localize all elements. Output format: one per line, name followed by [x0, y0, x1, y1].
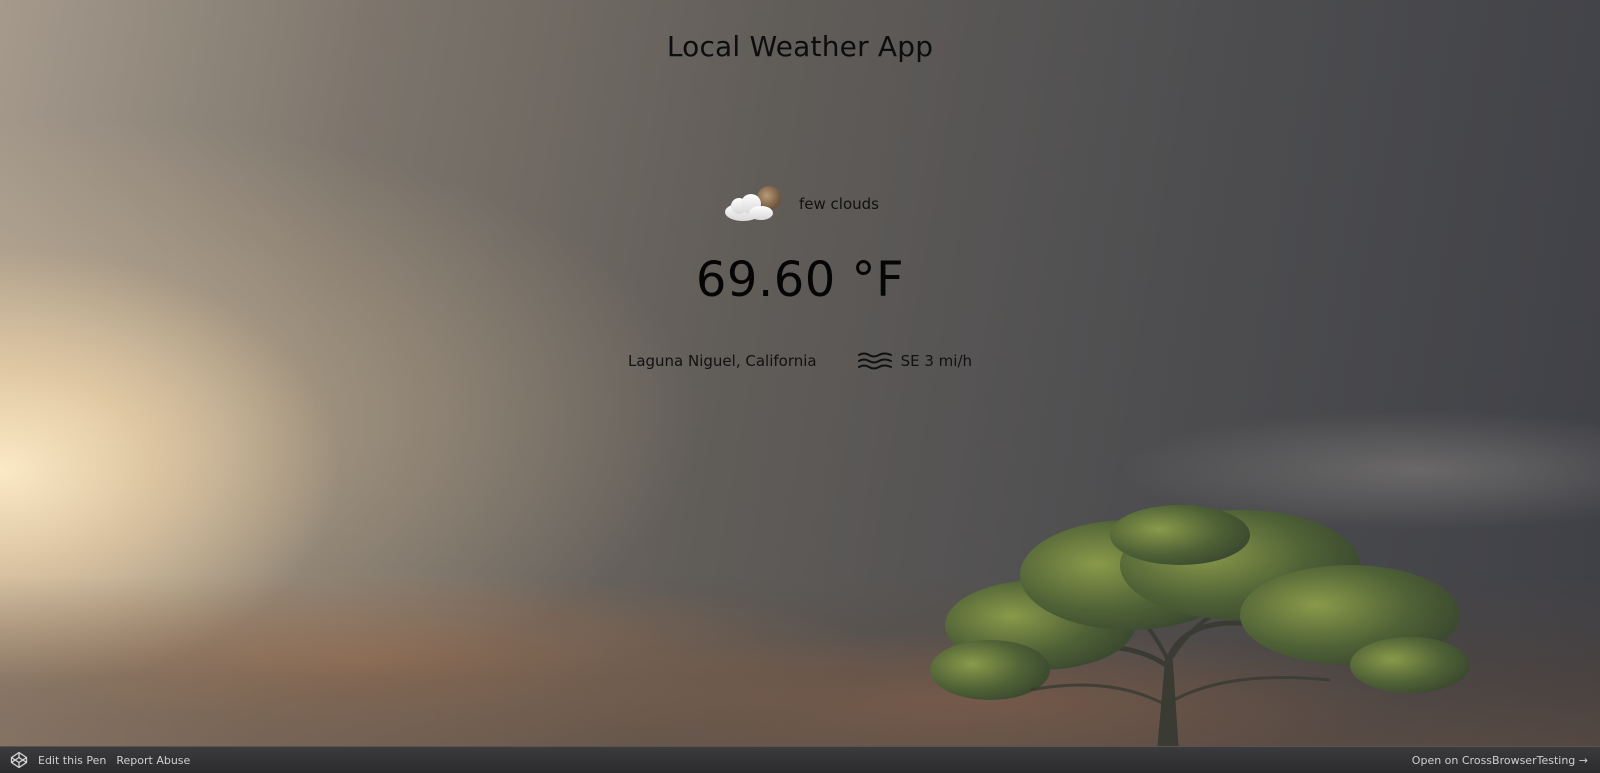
report-abuse-link[interactable]: Report Abuse	[116, 754, 190, 767]
location-text: Laguna Niguel, California	[627, 352, 817, 370]
app-title: Local Weather App	[666, 30, 934, 63]
condition-row: few clouds	[0, 184, 1600, 224]
footer-left-group: Edit this Pen Report Abuse	[0, 751, 190, 769]
footer-right-group: Open on CrossBrowserTesting →	[1412, 754, 1600, 767]
weather-panel: Local Weather App few clouds 69.60 °F La…	[0, 0, 1600, 746]
wind-info: SE 3 mi/h	[857, 350, 972, 372]
details-row: Laguna Niguel, California SE 3 mi/h	[0, 350, 1600, 372]
wind-text: SE 3 mi/h	[900, 352, 973, 370]
wind-waves-icon	[857, 352, 892, 370]
partly-cloudy-night-icon	[725, 186, 781, 221]
temperature-display: 69.60 °F	[695, 252, 905, 308]
page: Local Weather App few clouds 69.60 °F La…	[0, 0, 1600, 773]
open-crossbrowsertesting-link[interactable]: Open on CrossBrowserTesting →	[1412, 754, 1588, 767]
edit-pen-link[interactable]: Edit this Pen	[38, 754, 106, 767]
codepen-logo-icon[interactable]	[10, 751, 28, 769]
condition-text: few clouds	[799, 195, 879, 213]
codepen-footer-bar: Edit this Pen Report Abuse Open on Cross…	[0, 746, 1600, 773]
